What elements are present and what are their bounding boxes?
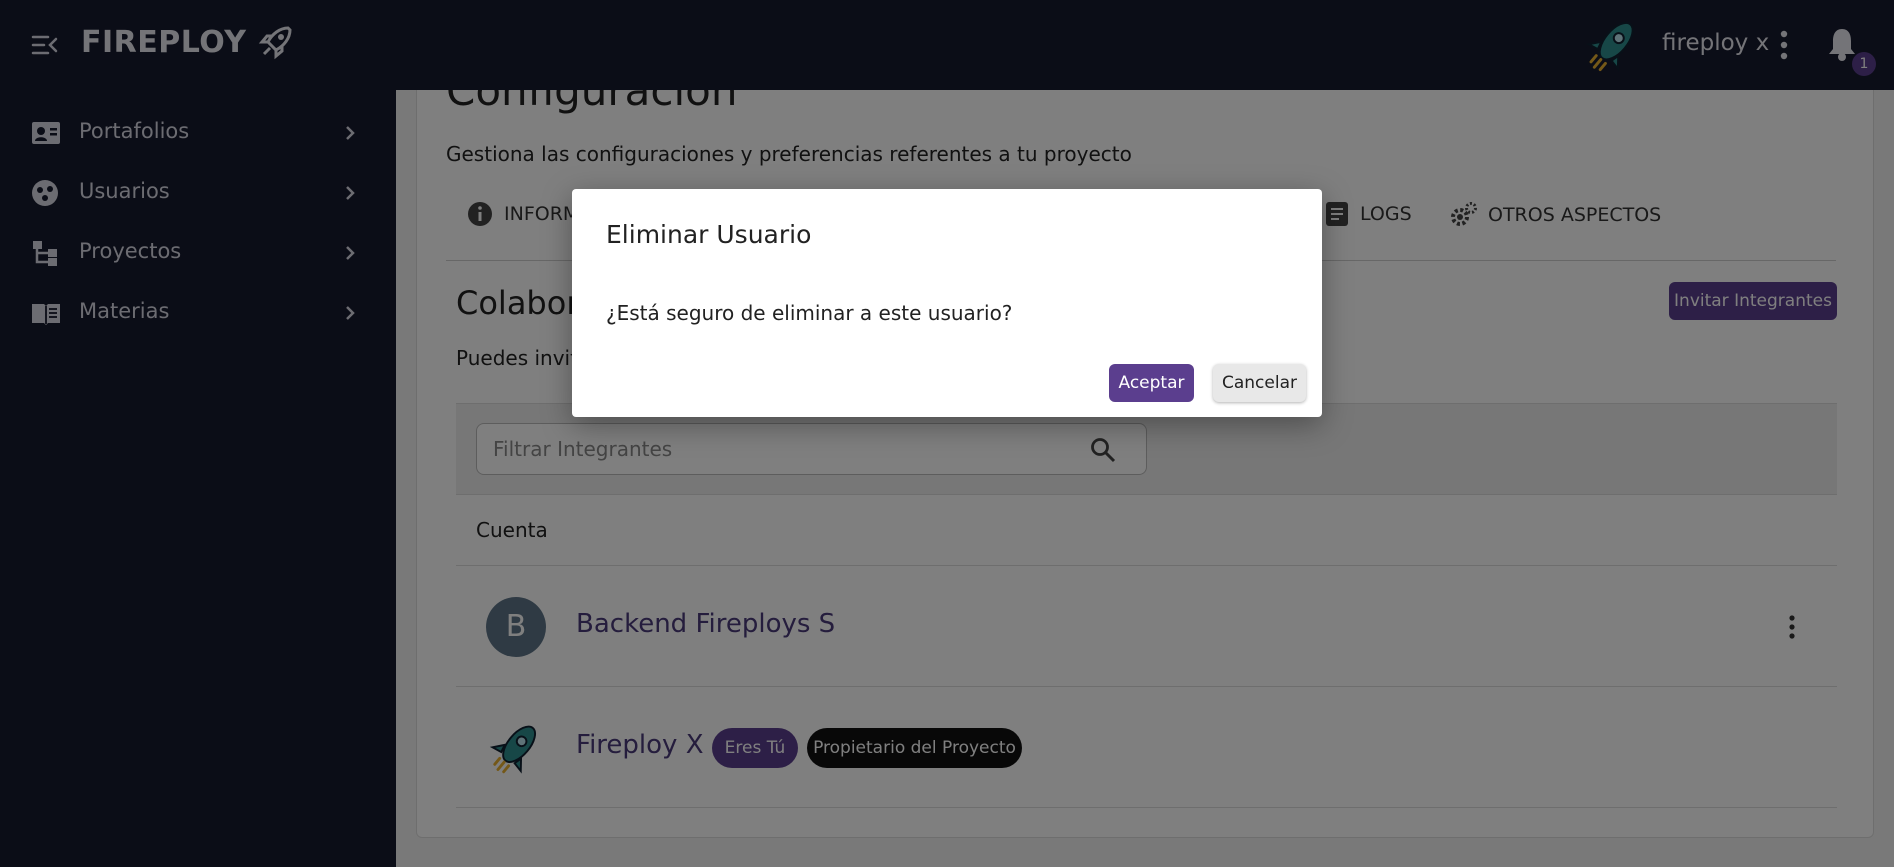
delete-user-dialog: Eliminar Usuario ¿Está seguro de elimina… bbox=[572, 189, 1322, 417]
accept-button[interactable]: Aceptar bbox=[1109, 364, 1194, 402]
cancel-button[interactable]: Cancelar bbox=[1213, 364, 1306, 402]
modal-backdrop[interactable] bbox=[0, 0, 1894, 867]
dialog-message: ¿Está seguro de eliminar a este usuario? bbox=[606, 301, 1013, 325]
dialog-title: Eliminar Usuario bbox=[606, 220, 812, 249]
